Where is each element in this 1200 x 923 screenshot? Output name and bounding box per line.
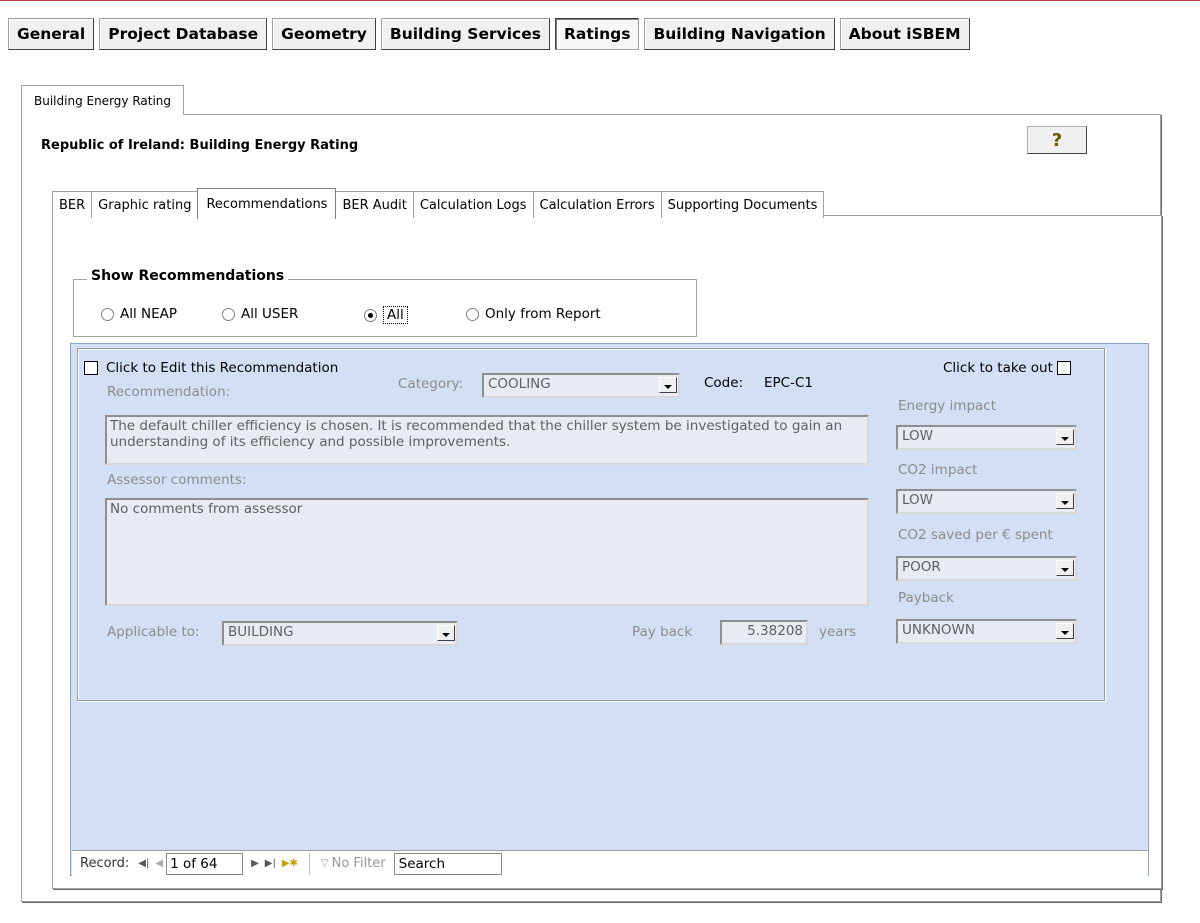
- inner-tab-strip: BER Graphic rating Recommendations BER A…: [52, 188, 825, 219]
- tab-recommendations[interactable]: Recommendations: [197, 188, 337, 219]
- energy-impact-select[interactable]: LOW: [896, 425, 1077, 450]
- take-out-label: Click to take out: [943, 360, 1053, 376]
- edit-recommendation-toggle[interactable]: Click to Edit this Recommendation: [84, 360, 338, 376]
- applicable-to-label: Applicable to:: [107, 624, 200, 640]
- help-icon: ?: [1051, 129, 1063, 151]
- tab-calculation-errors[interactable]: Calculation Errors: [532, 191, 662, 218]
- radio-all[interactable]: All: [364, 306, 408, 324]
- chevron-down-icon[interactable]: [659, 377, 677, 393]
- payback-category-value: UNKNOWN: [896, 619, 1077, 644]
- record-navigation-bar: Record: ◀| ◀ 1 of 64 ▶ ▶| ▶✱ ▽ No Filter…: [72, 850, 1148, 876]
- next-record-icon[interactable]: ▶: [251, 858, 259, 869]
- radio-label: All: [383, 306, 408, 324]
- energy-impact-label: Energy impact: [898, 398, 997, 414]
- record-label: Record:: [80, 856, 130, 871]
- top-border-line: [0, 0, 1200, 1]
- tab-ber[interactable]: BER: [52, 191, 93, 218]
- payback-label: Pay back: [632, 624, 693, 640]
- no-filter-button[interactable]: No Filter: [332, 856, 386, 871]
- menu-ratings-button[interactable]: Ratings: [554, 18, 640, 50]
- main-menu-bar: General Project Database Geometry Buildi…: [8, 18, 970, 50]
- last-record-icon[interactable]: ▶|: [265, 858, 276, 869]
- applicable-to-select[interactable]: BUILDING: [222, 621, 458, 646]
- chevron-down-icon[interactable]: [1056, 560, 1074, 576]
- radio-off-icon: [101, 307, 114, 321]
- radio-label: All USER: [241, 306, 299, 322]
- previous-record-icon[interactable]: ◀: [155, 858, 163, 869]
- help-button[interactable]: ?: [1027, 126, 1087, 154]
- category-select[interactable]: COOLING: [482, 373, 680, 398]
- radio-all-neap[interactable]: All NEAP: [101, 306, 177, 322]
- chevron-down-icon[interactable]: [437, 625, 455, 641]
- radio-on-icon: [364, 308, 377, 322]
- co2-saved-label: CO2 saved per € spent: [898, 527, 1053, 543]
- co2-impact-label: CO2 impact: [898, 462, 978, 478]
- radio-label: Only from Report: [485, 306, 601, 322]
- applicable-to-value: BUILDING: [222, 621, 458, 646]
- page-title: Republic of Ireland: Building Energy Rat…: [41, 138, 359, 153]
- radio-off-icon: [466, 307, 479, 321]
- tab-building-energy-rating[interactable]: Building Energy Rating: [21, 85, 185, 115]
- menu-geometry-button[interactable]: Geometry: [272, 18, 376, 50]
- assessor-comments-label: Assessor comments:: [107, 472, 247, 488]
- category-label: Category:: [398, 376, 464, 392]
- chevron-down-icon[interactable]: [1056, 623, 1074, 639]
- tab-graphic-rating[interactable]: Graphic rating: [91, 191, 199, 218]
- menu-about-isbem-button[interactable]: About iSBEM: [839, 18, 970, 50]
- checkbox-icon: [84, 361, 98, 375]
- radio-all-user[interactable]: All USER: [222, 306, 298, 322]
- divider: [308, 852, 310, 875]
- show-recommendations-label: Show Recommendations: [87, 268, 289, 284]
- code-value: EPC-C1: [764, 375, 813, 391]
- payback-category-select[interactable]: UNKNOWN: [896, 619, 1077, 644]
- radio-off-icon: [222, 307, 235, 321]
- first-record-icon[interactable]: ◀|: [138, 858, 149, 869]
- co2-impact-value: LOW: [896, 489, 1077, 514]
- co2-saved-select[interactable]: POOR: [896, 556, 1077, 581]
- energy-impact-value: LOW: [896, 425, 1077, 450]
- menu-building-services-button[interactable]: Building Services: [380, 18, 550, 50]
- co2-saved-value: POOR: [896, 556, 1077, 581]
- edit-recommendation-label: Click to Edit this Recommendation: [106, 360, 339, 376]
- code-label: Code:: [704, 375, 744, 391]
- new-record-icon[interactable]: ▶✱: [282, 858, 298, 869]
- take-out-toggle[interactable]: Click to take out: [943, 360, 1071, 376]
- payback-category-label: Payback: [898, 590, 954, 606]
- tab-calculation-logs[interactable]: Calculation Logs: [412, 191, 534, 218]
- chevron-down-icon[interactable]: [1056, 429, 1074, 445]
- co2-impact-select[interactable]: LOW: [896, 489, 1077, 514]
- current-record-input[interactable]: 1 of 64: [166, 852, 244, 875]
- menu-project-database-button[interactable]: Project Database: [99, 18, 268, 50]
- menu-building-navigation-button[interactable]: Building Navigation: [644, 18, 835, 50]
- recommendation-text: The default chiller efficiency is chosen…: [105, 415, 869, 465]
- filter-icon[interactable]: ▽: [321, 858, 329, 869]
- radio-only-from-report[interactable]: Only from Report: [466, 306, 601, 322]
- menu-general-button[interactable]: General: [8, 18, 95, 50]
- radio-label: All NEAP: [120, 306, 178, 322]
- search-input[interactable]: Search: [393, 852, 502, 875]
- category-value: COOLING: [482, 373, 680, 398]
- tab-ber-audit[interactable]: BER Audit: [335, 191, 414, 218]
- payback-value: 5.38208: [720, 620, 808, 645]
- payback-unit: years: [819, 624, 857, 640]
- assessor-comments-field[interactable]: No comments from assessor: [105, 498, 869, 606]
- recommendation-label: Recommendation:: [107, 384, 231, 400]
- chevron-down-icon[interactable]: [1056, 493, 1074, 509]
- checkbox-icon: [1056, 361, 1071, 375]
- tab-supporting-documents[interactable]: Supporting Documents: [660, 191, 825, 218]
